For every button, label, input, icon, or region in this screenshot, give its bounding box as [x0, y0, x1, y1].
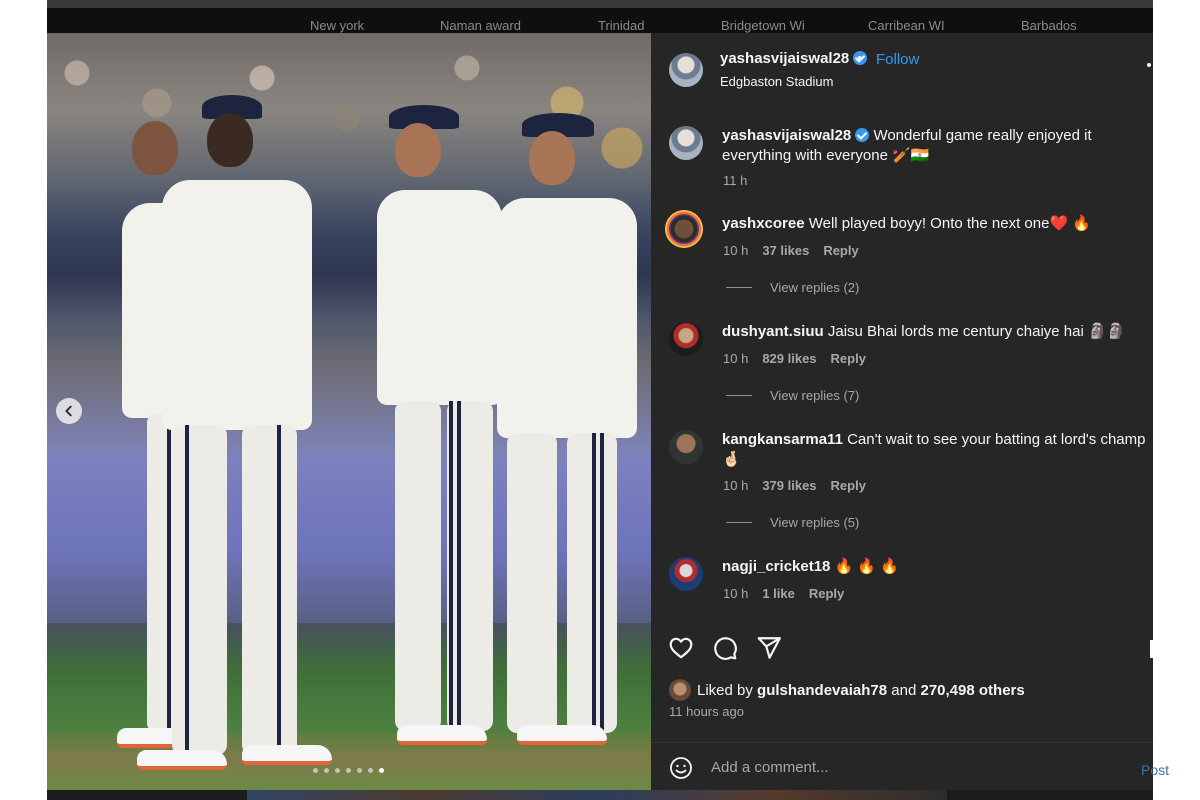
next-post-preview [247, 790, 947, 800]
post-author[interactable]: yashasvijaiswal28 [720, 50, 868, 67]
caption-time: 11 h [723, 173, 748, 188]
comment-likes[interactable]: 379 likes [762, 478, 816, 493]
liked-by-others[interactable]: 270,498 others [920, 682, 1024, 699]
reply-button[interactable]: Reply [809, 586, 844, 601]
comment-meta: 10 h 829 likes Reply [723, 351, 866, 366]
comment-time: 10 h [723, 478, 749, 493]
carousel-dot [313, 768, 318, 773]
comment-text-row: yashxcoree Well played boyy! Onto the ne… [722, 214, 1147, 234]
comment-composer: Post [651, 742, 1169, 790]
carousel-dot [368, 768, 373, 773]
player-figure [137, 95, 367, 785]
view-replies-button[interactable]: View replies (2) [726, 280, 859, 295]
carousel-dot [335, 768, 340, 773]
liked-by-and: and [891, 681, 917, 699]
carousel-dot [357, 768, 362, 773]
reply-button[interactable]: Reply [823, 243, 858, 258]
story-highlight-label[interactable]: Naman award [440, 18, 521, 33]
scroll-edge [1150, 640, 1153, 658]
comment-body: Jaisu Bhai lords me century chaiye hai 🗿… [827, 323, 1126, 340]
liker-avatar[interactable] [669, 679, 691, 701]
player-figure [477, 113, 651, 773]
liked-by: Liked by gulshandevaiah78 and 270,498 ot… [669, 679, 1025, 701]
post-author-avatar[interactable] [669, 53, 703, 87]
bottom-strip [47, 790, 1153, 800]
comment-text-row: nagji_cricket18 🔥 🔥 🔥 [722, 557, 1147, 577]
comment-body: 🔥 🔥 🔥 [834, 558, 899, 575]
comment-meta: 10 h 379 likes Reply [723, 478, 866, 493]
divider [726, 395, 752, 396]
view-replies-label[interactable]: View replies (5) [770, 515, 859, 530]
story-highlight-label[interactable]: Barbados [1021, 18, 1077, 33]
chevron-left-icon [65, 405, 72, 417]
comment-text-row: dushyant.siuu Jaisu Bhai lords me centur… [722, 322, 1147, 342]
comment-username[interactable]: yashxcoree [722, 215, 805, 232]
comment-body: Well played boyy! Onto the next one❤️ 🔥 [808, 215, 1091, 232]
reply-button[interactable]: Reply [831, 351, 866, 366]
post-location[interactable]: Edgbaston Stadium [720, 74, 833, 89]
post-author-username[interactable]: yashasvijaiswal28 [720, 50, 849, 67]
comment-time: 10 h [723, 586, 749, 601]
story-highlight-label[interactable]: New york [310, 18, 364, 33]
divider [726, 522, 752, 523]
comment-likes[interactable]: 829 likes [762, 351, 816, 366]
comment-text-row: kangkansarma11 Can't wait to see your ba… [722, 430, 1147, 470]
post-photo[interactable] [47, 33, 651, 790]
post-comment-button[interactable]: Post [1141, 762, 1169, 778]
comment-input[interactable] [711, 756, 1111, 778]
caption-meta: 11 h [723, 173, 747, 188]
commenter-avatar[interactable] [669, 557, 703, 591]
story-highlight-label[interactable]: Trinidad [598, 18, 644, 33]
post-time: 11 hours ago [669, 704, 744, 719]
story-highlight-label[interactable]: Bridgetown Wi [721, 18, 805, 33]
heart-icon[interactable] [668, 635, 694, 661]
caption-avatar[interactable] [669, 126, 703, 160]
carousel-dot [324, 768, 329, 773]
comment-likes[interactable]: 37 likes [762, 243, 809, 258]
carousel-prev-button[interactable] [56, 398, 82, 424]
comment-time: 10 h [723, 243, 749, 258]
comment-meta: 10 h 1 like Reply [723, 586, 844, 601]
carousel-dot [346, 768, 351, 773]
carousel-dot-active [379, 768, 384, 773]
post-actions [668, 635, 782, 661]
caption: yashasvijaiswal28 Wonderful game really … [722, 126, 1147, 166]
commenter-avatar[interactable] [669, 322, 703, 356]
comment-likes[interactable]: 1 like [762, 586, 795, 601]
more-icon[interactable] [1147, 63, 1151, 67]
follow-button[interactable]: Follow [876, 51, 919, 68]
emoji-icon[interactable] [669, 756, 693, 780]
comment-icon[interactable] [712, 635, 738, 661]
comment-username[interactable]: dushyant.siuu [722, 323, 824, 340]
view-replies-label[interactable]: View replies (7) [770, 388, 859, 403]
verified-icon [855, 128, 870, 142]
view-replies-button[interactable]: View replies (5) [726, 515, 859, 530]
caption-username[interactable]: yashasvijaiswal28 [722, 127, 851, 144]
comment-meta: 10 h 37 likes Reply [723, 243, 859, 258]
share-icon[interactable] [756, 635, 782, 661]
liked-by-prefix: Liked by [697, 681, 753, 699]
post-side-panel: yashasvijaiswal28 • Follow Edgbaston Sta… [651, 33, 1169, 790]
reply-button[interactable]: Reply [831, 478, 866, 493]
commenter-avatar[interactable] [669, 430, 703, 464]
story-highlight-label[interactable]: Carribean WI [868, 18, 945, 33]
view-replies-button[interactable]: View replies (7) [726, 388, 859, 403]
comment-username[interactable]: kangkansarma11 [722, 431, 843, 448]
commenter-avatar[interactable] [667, 212, 701, 246]
header-separator: • [857, 50, 863, 67]
view-replies-label[interactable]: View replies (2) [770, 280, 859, 295]
comment-username[interactable]: nagji_cricket18 [722, 558, 830, 575]
liked-by-user[interactable]: gulshandevaiah78 [757, 682, 887, 699]
divider [726, 287, 752, 288]
carousel-indicator [313, 768, 384, 773]
comment-time: 10 h [723, 351, 749, 366]
top-strip [47, 0, 1153, 8]
